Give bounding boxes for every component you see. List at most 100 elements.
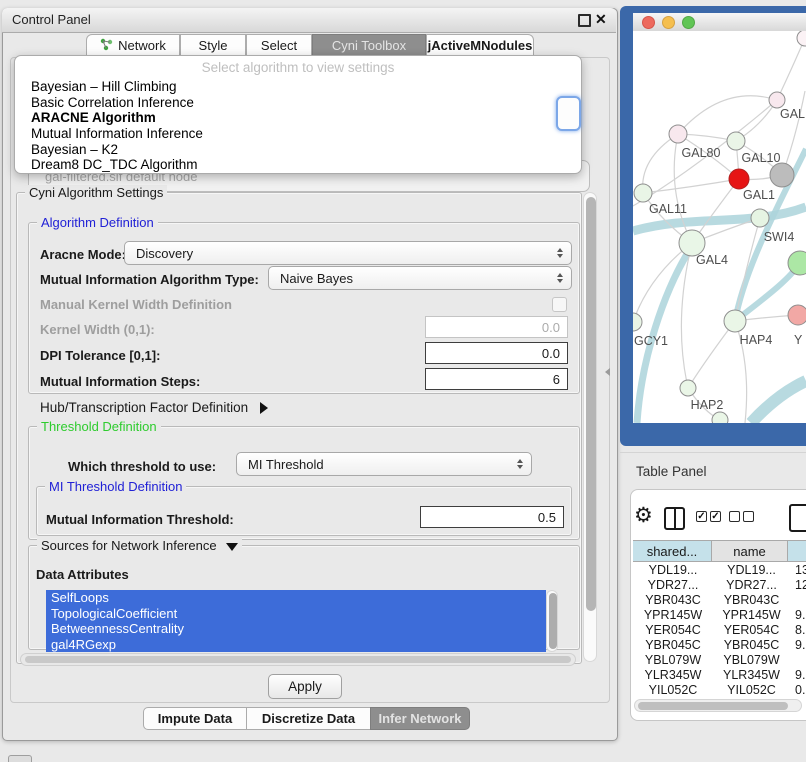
algorithm-option[interactable]: Mutual Information Inference [27,126,577,142]
settings-hscrollbar[interactable] [20,653,576,666]
network-node-GCY1[interactable] [633,313,642,331]
table-hscrollbar-thumb[interactable] [638,702,788,710]
table-cell[interactable]: YDL19... [633,563,713,577]
table-cell[interactable]: 9. [790,668,806,682]
sources-group-title[interactable]: Sources for Network Inference [37,538,242,553]
table-cell[interactable]: 0. [790,683,806,697]
aracne-mode-combo[interactable]: Discovery [124,241,572,265]
tab-cyni-toolbox[interactable]: Cyni Toolbox [312,34,426,57]
table-cell[interactable]: YLR345W [713,668,790,682]
checked-checkbox-icon[interactable]: ✓ [696,511,707,522]
panel-divider-arrow[interactable] [605,368,610,376]
zoom-traffic-light[interactable] [682,16,695,29]
attribute-list-item[interactable]: gal4RGexp [46,637,546,653]
table-row[interactable]: YBL079WYBL079W [633,652,806,667]
column-header[interactable]: name [711,540,788,562]
settings-scrollbar[interactable] [583,192,597,662]
table-row[interactable]: YER054CYER054C8. [633,622,806,637]
network-node-GAL11[interactable] [634,184,652,202]
algorithm-option[interactable]: ARACNE Algorithm [27,110,577,126]
table-cell[interactable]: YDR27... [633,578,713,592]
network-node-GAL80[interactable] [669,125,687,143]
table-hscrollbar[interactable] [634,699,802,712]
settings-hscrollbar-thumb[interactable] [25,656,571,663]
table-cell[interactable]: YBL079W [633,653,713,667]
attribute-list-item[interactable]: TopologicalCoefficient [46,606,546,622]
network-edge[interactable] [643,134,678,193]
network-node-GAL10[interactable] [727,132,745,150]
table-cell[interactable]: 9. [790,608,806,622]
attributes-scrollbar[interactable] [546,590,558,652]
network-view-titlebar[interactable] [633,13,806,32]
table-cell[interactable]: YLR345W [633,668,713,682]
algorithm-option[interactable]: Basic Correlation Inference [27,95,577,111]
table-cell[interactable]: YBR043C [713,593,790,607]
tab-jactivemnodules[interactable]: jActiveMNodules [426,34,534,57]
table-row[interactable]: YBR043CYBR043C [633,592,806,607]
table-cell[interactable]: YBR043C [633,593,713,607]
tab-infer-network[interactable]: Infer Network [370,707,470,730]
columns-icon[interactable] [664,507,685,530]
column-header[interactable] [787,540,806,562]
table-cell[interactable]: YPR145W [633,608,713,622]
attribute-list-item[interactable]: BetweennessCentrality [46,621,546,637]
table-row[interactable]: YIL052CYIL052C0. [633,682,806,697]
column-header[interactable]: shared... [633,540,712,562]
table-row[interactable]: YLR345WYLR345W9. [633,667,806,682]
float-window-icon[interactable] [578,14,591,27]
unchecked-checkbox-icon[interactable] [729,511,740,522]
network-node-GAL1[interactable] [729,169,749,189]
network-node-corner-node[interactable] [797,31,806,46]
algorithm-option[interactable]: Bayesian – K2 [27,141,577,157]
network-node-SWI4[interactable] [751,209,769,227]
network-node-HAP4[interactable] [724,310,746,332]
close-icon[interactable]: ✕ [595,11,607,28]
table-function-icon[interactable] [789,504,806,532]
table-row[interactable]: YDR27...YDR27...12 [633,577,806,592]
table-cell[interactable]: YBL079W [713,653,790,667]
dpi-tolerance-field[interactable]: 0.0 [425,342,568,364]
network-edge[interactable] [678,96,777,134]
network-node-hub-gray[interactable] [770,163,794,187]
network-node-bottom-green[interactable] [712,412,728,423]
mi-threshold-field[interactable]: 0.5 [420,506,564,528]
attribute-list-item[interactable]: SelfLoops [46,590,546,606]
table-cell[interactable]: 9. [790,638,806,652]
close-traffic-light[interactable] [642,16,655,29]
algorithm-option[interactable]: Bayesian – Hill Climbing [27,79,577,95]
network-node-salmon-node[interactable] [788,305,806,325]
table-cell[interactable]: YDL19... [713,563,790,577]
table-cell[interactable]: YIL052C [633,683,713,697]
network-node-HAP2[interactable] [680,380,696,396]
table-cell[interactable]: YBR045C [713,638,790,652]
control-panel-titlebar[interactable] [2,8,616,33]
data-attributes-list[interactable]: SelfLoopsTopologicalCoefficientBetweenne… [46,590,546,652]
mi-steps-field[interactable]: 6 [425,368,568,390]
attributes-scrollbar-thumb[interactable] [549,593,557,649]
hub-definition-toggle[interactable]: Hub/Transcription Factor Definition [40,400,268,415]
table-cell[interactable]: YER054C [713,623,790,637]
table-row[interactable]: YDL19...YDL19...13 [633,562,806,577]
table-cell[interactable]: YPR145W [713,608,790,622]
table-cell[interactable]: YDR27... [713,578,790,592]
tab-discretize-data[interactable]: Discretize Data [246,707,371,730]
table-cell[interactable]: 12 [790,578,806,592]
table-row[interactable]: YBR045CYBR045C9. [633,637,806,652]
which-threshold-combo[interactable]: MI Threshold [236,452,532,476]
table-cell[interactable]: YBR045C [633,638,713,652]
network-canvas[interactable]: GALGAL80GAL10GAL1GAL11SWI4GAL4GCY1HAP4YH… [633,31,806,423]
mi-type-combo[interactable]: Naive Bayes [268,266,572,290]
apply-button[interactable]: Apply [268,674,342,699]
settings-scrollbar-thumb[interactable] [586,197,596,611]
network-edge[interactable] [777,38,805,100]
table-cell[interactable]: 8. [790,623,806,637]
checked-checkbox-icon[interactable]: ✓ [710,511,721,522]
network-edge[interactable] [751,381,806,423]
unchecked-checkbox-icon[interactable] [743,511,754,522]
gear-icon[interactable]: ⚙ [634,503,653,528]
table-cell[interactable]: YER054C [633,623,713,637]
table-cell[interactable]: YIL052C [713,683,790,697]
minimize-traffic-light[interactable] [662,16,675,29]
network-node-gal-cut[interactable] [769,92,785,108]
minimized-window-icon[interactable] [8,755,32,762]
